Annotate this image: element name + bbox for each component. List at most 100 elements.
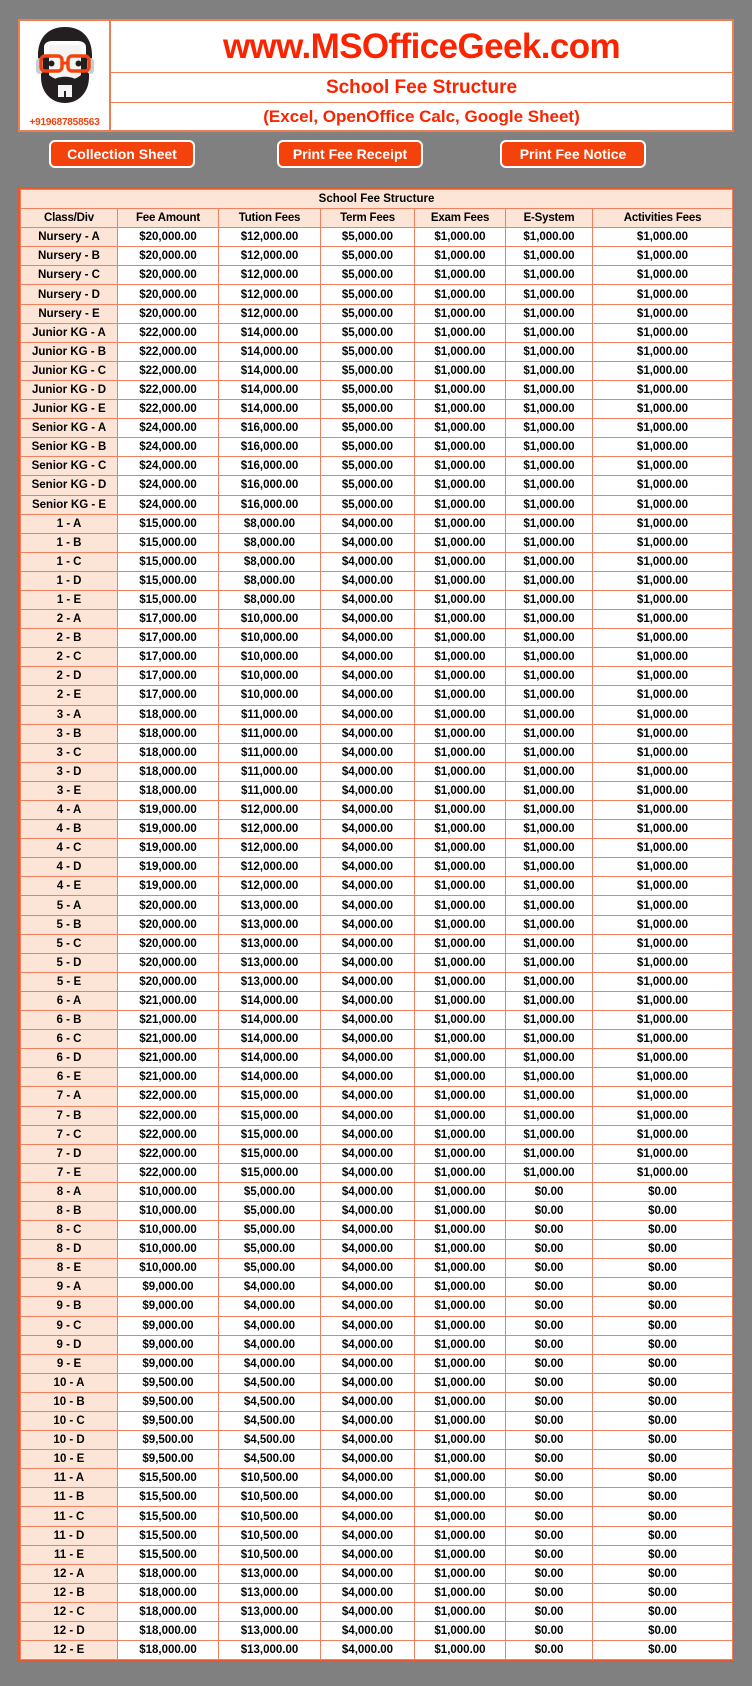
cell-value: $0.00 [591, 1334, 734, 1355]
cell-value: $9,500.00 [117, 1430, 219, 1451]
cell-class-div: 6 - B [20, 1010, 118, 1031]
cell-value: $18,000.00 [117, 1563, 219, 1584]
cell-value: $1,000.00 [414, 1029, 506, 1050]
cell-value: $4,000.00 [320, 1506, 415, 1527]
cell-value: $1,000.00 [591, 303, 734, 324]
cell-value: $1,000.00 [414, 933, 506, 954]
cell-value: $18,000.00 [117, 1601, 219, 1623]
cell-value: $0.00 [591, 1391, 734, 1413]
cell-value: $22,000.00 [117, 1105, 219, 1126]
cell-value: $22,000.00 [117, 1086, 219, 1107]
cell-class-div: 6 - C [20, 1029, 118, 1050]
cell-value: $24,000.00 [117, 475, 219, 496]
table-row: 4 - D $19,000.00 $12,000.00 $4,000.00 $1,000… [20, 857, 734, 878]
table-row: 7 - D $22,000.00 $15,000.00 $4,000.00 $1,000… [20, 1143, 734, 1164]
cell-value: $0.00 [505, 1258, 593, 1279]
cell-value: $21,000.00 [117, 1048, 219, 1069]
cell-class-div: 11 - A [20, 1468, 118, 1489]
cell-value: $1,000.00 [414, 780, 506, 802]
cell-value: $19,000.00 [117, 819, 219, 840]
cell-value: $22,000.00 [117, 1162, 219, 1183]
cell-value: $21,000.00 [117, 990, 219, 1012]
cell-value: $1,000.00 [414, 456, 506, 477]
table-row: 7 - B $22,000.00 $15,000.00 $4,000.00 $1,000… [20, 1105, 734, 1126]
cell-value: $13,000.00 [218, 1640, 321, 1661]
cell-value: $19,000.00 [117, 799, 219, 821]
cell-value: $5,000.00 [320, 379, 415, 401]
print-fee-notice-button[interactable]: Print Fee Notice [500, 140, 646, 168]
table-row: 11 - E $15,500.00 $10,500.00 $4,000.00 $1,00… [20, 1544, 734, 1565]
cell-value: $1,000.00 [591, 895, 734, 916]
table-row: 1 - A $15,000.00 $8,000.00 $4,000.00 $1,000.… [20, 513, 734, 534]
cell-value: $13,000.00 [218, 1601, 321, 1623]
cell-value: $16,000.00 [218, 475, 321, 496]
cell-value: $1,000.00 [591, 1029, 734, 1050]
cell-value: $1,000.00 [414, 475, 506, 496]
cell-value: $1,000.00 [414, 379, 506, 401]
table-row: 8 - D $10,000.00 $5,000.00 $4,000.00 $1,000.… [20, 1239, 734, 1260]
cell-class-div: 12 - B [20, 1582, 118, 1603]
cell-value: $1,000.00 [505, 303, 593, 324]
cell-value: $4,000.00 [320, 761, 415, 782]
table-row: Junior KG - E $22,000.00 $14,000.00 $5,000.… [20, 399, 734, 420]
print-fee-receipt-button[interactable]: Print Fee Receipt [277, 140, 423, 168]
table-row: Junior KG - A $22,000.00 $14,000.00 $5,000.… [20, 322, 734, 343]
cell-class-div: 9 - D [20, 1334, 118, 1355]
cell-value: $0.00 [591, 1468, 734, 1489]
cell-value: $5,000.00 [320, 265, 415, 286]
cell-value: $9,500.00 [117, 1391, 219, 1413]
column-header-1: Fee Amount [117, 208, 219, 229]
cell-value: $4,000.00 [320, 780, 415, 802]
cell-value: $1,000.00 [414, 227, 506, 248]
header-banner: +919687858563 www.MSOfficeGeek.com Schoo… [18, 19, 734, 132]
cell-value: $1,000.00 [414, 1410, 506, 1432]
cell-value: $10,000.00 [218, 666, 321, 687]
cell-value: $0.00 [505, 1315, 593, 1336]
cell-value: $0.00 [591, 1277, 734, 1298]
cell-class-div: 11 - E [20, 1544, 118, 1565]
table-row: 5 - C $20,000.00 $13,000.00 $4,000.00 $1,000… [20, 933, 734, 954]
cell-value: $15,000.00 [117, 570, 219, 591]
cell-value: $15,500.00 [117, 1506, 219, 1527]
cell-value: $9,500.00 [117, 1449, 219, 1470]
cell-value: $4,000.00 [320, 704, 415, 725]
cell-class-div: Senior KG - D [20, 475, 118, 496]
cell-value: $1,000.00 [505, 513, 593, 534]
table-row: 9 - C $9,000.00 $4,000.00 $4,000.00 $1,000.0… [20, 1315, 734, 1336]
cell-value: $4,000.00 [320, 1449, 415, 1470]
table-row: 9 - B $9,000.00 $4,000.00 $4,000.00 $1,000.0… [20, 1296, 734, 1317]
cell-value: $4,000.00 [320, 647, 415, 668]
cell-value: $5,000.00 [320, 456, 415, 477]
cell-value: $1,000.00 [591, 456, 734, 477]
cell-value: $22,000.00 [117, 360, 219, 381]
table-row: 12 - E $18,000.00 $13,000.00 $4,000.00 $1,00… [20, 1640, 734, 1661]
cell-value: $13,000.00 [218, 1563, 321, 1584]
cell-value: $0.00 [591, 1544, 734, 1565]
table-row: 6 - C $21,000.00 $14,000.00 $4,000.00 $1,000… [20, 1029, 734, 1050]
cell-value: $5,000.00 [218, 1181, 321, 1202]
cell-value: $0.00 [505, 1621, 593, 1642]
cell-value: $22,000.00 [117, 1143, 219, 1164]
cell-value: $20,000.00 [117, 246, 219, 267]
table-row: 6 - D $21,000.00 $14,000.00 $4,000.00 $1,000… [20, 1048, 734, 1069]
cell-class-div: Nursery - B [20, 246, 118, 267]
cell-value: $21,000.00 [117, 1010, 219, 1031]
cell-value: $1,000.00 [591, 418, 734, 439]
cell-value: $1,000.00 [505, 609, 593, 630]
table-row: 2 - D $17,000.00 $10,000.00 $4,000.00 $1,000… [20, 666, 734, 687]
cell-value: $0.00 [591, 1220, 734, 1241]
cell-value: $4,000.00 [320, 1162, 415, 1183]
table-row: 4 - A $19,000.00 $12,000.00 $4,000.00 $1,000… [20, 799, 734, 821]
cell-class-div: 1 - C [20, 551, 118, 572]
cell-value: $1,000.00 [414, 704, 506, 725]
cell-value: $1,000.00 [591, 914, 734, 935]
cell-value: $16,000.00 [218, 437, 321, 458]
cell-value: $1,000.00 [414, 1162, 506, 1183]
collection-sheet-button[interactable]: Collection Sheet [49, 140, 195, 168]
cell-value: $1,000.00 [591, 1105, 734, 1126]
cell-value: $14,000.00 [218, 360, 321, 381]
cell-value: $14,000.00 [218, 399, 321, 420]
cell-value: $4,000.00 [320, 1086, 415, 1107]
cell-class-div: 7 - E [20, 1162, 118, 1183]
cell-value: $1,000.00 [414, 1334, 506, 1355]
